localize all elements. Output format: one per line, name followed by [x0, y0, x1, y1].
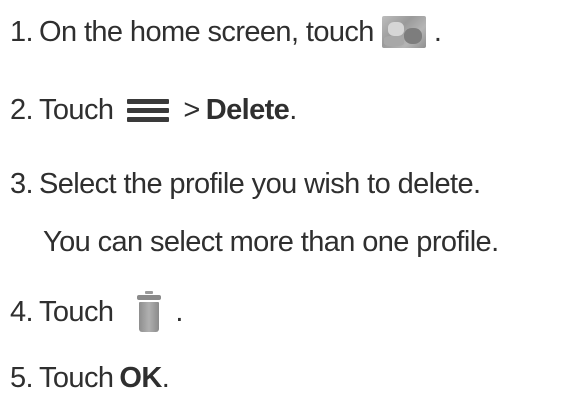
step-2: 2. Touch > Delete .	[10, 90, 297, 130]
step-punctuation: .	[433, 16, 442, 48]
step-punctuation: .	[161, 362, 170, 394]
delete-label: Delete	[205, 94, 290, 126]
step-note: You can select more than one profile.	[43, 226, 499, 258]
step-4: 4. Touch .	[10, 291, 183, 333]
step-number: 5.	[10, 362, 34, 394]
step-punctuation: .	[175, 296, 183, 328]
instruction-document: 1. On the home screen, touch . 2. Touch …	[0, 0, 577, 394]
ok-label: OK	[119, 362, 162, 394]
step-text: Touch	[39, 296, 114, 328]
step-text: On the home screen, touch	[39, 16, 374, 48]
step-3: 3. Select the profile you wish to delete…	[10, 164, 481, 204]
step-3-note: You can select more than one profile.	[43, 222, 499, 262]
step-text: Touch	[39, 94, 114, 126]
step-number: 1.	[10, 16, 34, 48]
step-number: 3.	[10, 168, 34, 200]
step-text: Touch	[39, 362, 114, 394]
home-screen-image-icon	[381, 16, 426, 48]
step-1: 1. On the home screen, touch .	[10, 12, 442, 52]
step-text: Select the profile you wish to delete.	[39, 168, 481, 200]
trash-icon	[137, 291, 162, 333]
step-number: 2.	[10, 94, 34, 126]
menu-separator: >	[183, 94, 200, 126]
step-5: 5. Touch OK .	[10, 358, 170, 398]
menu-icon	[127, 97, 170, 123]
step-punctuation: .	[289, 94, 297, 126]
step-number: 4.	[10, 296, 34, 328]
